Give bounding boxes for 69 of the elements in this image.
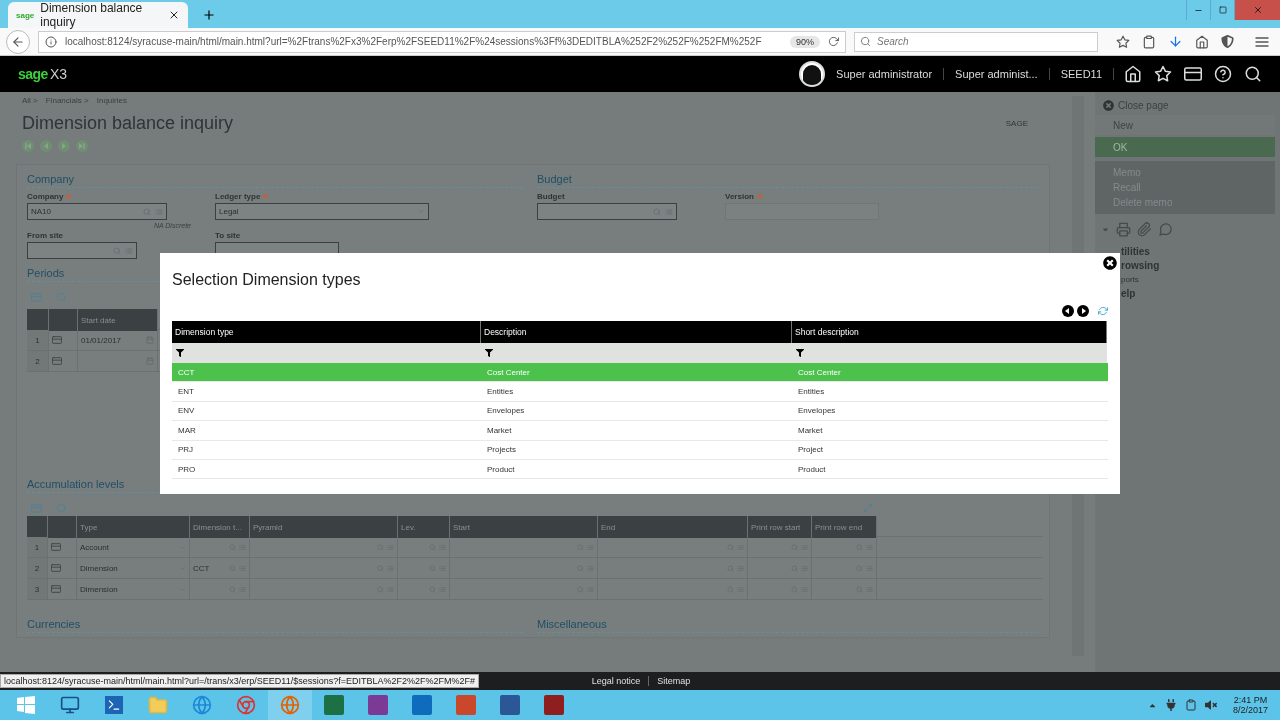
page-title: Dimension balance inquiry xyxy=(22,113,234,134)
tab-title: Dimension balance inquiry xyxy=(40,1,144,29)
column-header[interactable]: Description xyxy=(481,321,792,343)
panel-link[interactable]: tilities xyxy=(1121,245,1280,259)
section-title: Miscellaneous xyxy=(537,618,1038,633)
table-cell-text: Projects xyxy=(486,444,517,457)
table-cell-text: Entities xyxy=(486,386,515,399)
table-cell: Dimension xyxy=(77,558,190,578)
table-cell: Account xyxy=(77,537,190,557)
table-cell-text: Entities xyxy=(797,386,826,399)
section-title: Budget xyxy=(537,173,1038,188)
footer-link[interactable]: Sitemap xyxy=(657,676,699,686)
panel-link[interactable]: ports xyxy=(1121,273,1280,287)
table-cell: Dimension xyxy=(77,579,190,599)
row-number: 2 xyxy=(27,558,48,578)
panel-link[interactable]: rowsing xyxy=(1121,259,1280,273)
row-number: 1 xyxy=(27,330,49,350)
table-cell: CCT xyxy=(190,558,250,578)
table-cell-text: Project xyxy=(797,444,824,457)
column-header[interactable]: Lev. xyxy=(398,516,450,538)
section-title: Currencies xyxy=(27,618,523,633)
input-field[interactable]: Legal xyxy=(215,203,429,220)
field-label: Company xyxy=(27,192,191,201)
field-label: Budget xyxy=(537,192,566,201)
column-header[interactable]: Pyramid xyxy=(250,516,398,538)
action-button[interactable]: OK xyxy=(1095,137,1275,157)
footer-link[interactable]: Legal notice xyxy=(591,676,650,686)
zoom-level[interactable]: 90% xyxy=(790,35,820,48)
user-name[interactable]: Super administrator xyxy=(825,68,945,80)
field-label: From site xyxy=(27,231,64,240)
section-title: Company xyxy=(27,173,523,188)
table-cell-text: Product xyxy=(797,463,827,476)
clock[interactable]: 2:41 PM 8/2/2017 xyxy=(1224,695,1276,715)
table-cell-text: ENT xyxy=(177,386,195,399)
search-field[interactable]: Search xyxy=(854,31,1098,52)
table-cell-text: Cost Center xyxy=(797,366,842,379)
table-cell-text: MAR xyxy=(177,424,197,437)
column-header[interactable]: Start date xyxy=(78,309,158,331)
table-cell-text: CCT xyxy=(177,366,196,379)
table-cell-text: PRO xyxy=(177,463,197,476)
row-number: 2 xyxy=(27,351,49,371)
column-header[interactable]: Start xyxy=(450,516,598,538)
panel-link[interactable]: elp xyxy=(1121,287,1280,301)
table-cell-text: Envelopes xyxy=(486,405,526,418)
table-cell-text: Market xyxy=(797,424,824,437)
column-header[interactable]: Print row end xyxy=(812,516,877,538)
field-label: To site xyxy=(215,231,242,240)
user-role[interactable]: Super administ... xyxy=(944,68,1050,80)
table-cell-text: Product xyxy=(486,463,516,476)
folder-name[interactable]: SEED11 xyxy=(1049,68,1114,80)
input-field[interactable]: NA10 xyxy=(27,203,167,220)
column-header[interactable]: Type xyxy=(77,516,190,538)
table-row[interactable]: CCT Cost Center Cost Center xyxy=(172,363,1108,383)
column-header[interactable]: Dimension type xyxy=(172,321,481,343)
column-header[interactable]: End xyxy=(598,516,748,538)
user-code: SAGE xyxy=(1005,119,1028,128)
column-header[interactable]: Print row start xyxy=(748,516,812,538)
address-bar[interactable]: localhost:8124/syracuse-main/html/main.html?url=%2Ftrans%2Fx3%2Ferp%2FSEED11%2F%24sessions%3Ff%3DEDITBLA%252F2%252F%252FM%252F 90% xyxy=(38,30,846,53)
table-cell-text: Market xyxy=(486,424,513,437)
tab-logo: sage xyxy=(16,10,35,20)
table-cell: 01/01/2017 xyxy=(78,330,158,350)
field-label: Version xyxy=(725,192,939,201)
column-header[interactable]: Short description xyxy=(792,321,1107,343)
logo: sageX3 xyxy=(18,66,68,82)
table-cell-text: PRJ xyxy=(177,444,195,457)
field-label: Ledger type xyxy=(215,192,429,201)
table-cell-text: ENV xyxy=(177,405,196,418)
table-cell-text: Envelopes xyxy=(797,405,837,418)
table-cell-text: Cost Center xyxy=(486,366,531,379)
